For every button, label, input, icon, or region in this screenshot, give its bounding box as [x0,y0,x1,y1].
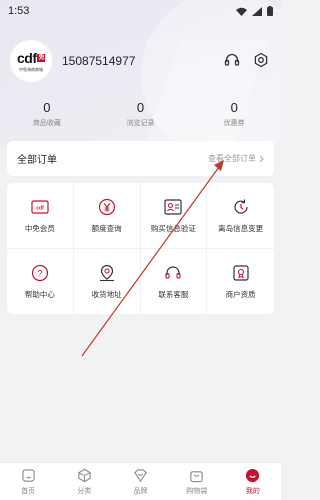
certificate-icon [231,263,251,283]
home-icon [21,468,35,482]
tab-bag[interactable]: 购物袋 [169,463,225,500]
service-label: 额度查询 [91,223,122,233]
services-grid: cdf 中免会员 额度查询 购买信息验证 离岛信息变更 ? 帮助中心 收货地址 [7,183,274,314]
status-icons [236,6,273,16]
stat-value: 0 [43,100,51,115]
stat-label: 优惠券 [223,120,245,127]
brand-icon [134,468,147,482]
category-icon [78,468,91,482]
id-verify-icon [163,197,183,217]
status-bar: 1:53 [0,0,281,22]
service-address[interactable]: 收货地址 [74,248,141,314]
bottom-tab-bar: 首页 分类 品牌 购物袋 我的 [0,462,281,500]
tab-home[interactable]: 首页 [0,463,56,500]
wifi-icon [236,7,247,16]
service-member[interactable]: cdf 中免会员 [7,183,74,249]
service-help[interactable]: ? 帮助中心 [7,248,74,314]
status-time: 1:53 [8,5,30,17]
cdf-logo: cdf 免 [17,50,45,66]
service-qualification[interactable]: 商户资质 [207,249,274,315]
service-label: 离岛信息变更 [218,223,264,233]
tab-label: 首页 [21,487,36,495]
service-contact[interactable]: 联系客服 [141,248,208,314]
customer-service-icon[interactable] [224,52,240,68]
service-label: 购买信息验证 [150,223,196,233]
service-label: 收货地址 [91,289,122,299]
stat-history[interactable]: 0 浏览记录 [94,100,188,128]
service-label: 帮助中心 [24,289,55,299]
settings-gear-icon[interactable] [253,52,269,68]
signal-icon [252,6,262,16]
member-card-icon: cdf [30,197,50,217]
tab-category[interactable]: 分类 [56,463,112,500]
tab-label: 品牌 [133,487,148,495]
bag-icon [190,470,203,482]
user-profile[interactable]: cdf 免 中免海南商城 15087514977 [10,40,135,82]
logo-subtitle: 中免海南商城 [19,66,43,72]
tab-mine[interactable]: 我的 [225,463,281,500]
service-quota[interactable]: 额度查询 [73,183,141,249]
tab-label: 购物袋 [186,487,208,495]
profile-icon [246,468,260,482]
headset-icon [163,263,183,283]
stat-label: 浏览记录 [126,120,155,127]
service-label: 商户资质 [225,289,256,299]
view-all-orders-label: 查看全部订单 [208,154,256,163]
logo-badge: 免 [37,53,45,62]
stat-value: 0 [136,100,145,115]
tab-label: 分类 [77,487,92,495]
chevron-right-icon [259,155,264,162]
service-label: 联系客服 [158,289,189,299]
tab-brand[interactable]: 品牌 [112,463,168,500]
avatar[interactable]: cdf 免 中免海南商城 [10,40,52,82]
svg-text:?: ? [37,268,42,278]
service-label: 中免会员 [24,223,55,233]
logo-text: cdf [16,49,37,66]
service-departure-change[interactable]: 离岛信息变更 [207,183,274,249]
service-verify[interactable]: 购买信息验证 [140,183,208,249]
stat-label: 商品收藏 [32,120,61,127]
battery-icon [267,6,273,16]
orders-title: 全部订单 [17,155,57,166]
stat-coupons[interactable]: 0 优惠券 [187,100,281,128]
svg-text:cdf: cdf [36,205,44,211]
stat-value: 0 [230,100,238,115]
user-phone: 15087514977 [62,54,136,68]
all-orders-row[interactable]: 全部订单 查看全部订单 [7,141,274,176]
quota-icon [97,197,117,217]
stat-favorites[interactable]: 0 商品收藏 [0,100,94,128]
refresh-icon [231,197,251,217]
header-actions [224,52,269,68]
stats-row: 0 商品收藏 0 浏览记录 0 优惠券 [0,100,281,128]
tab-label: 我的 [245,487,260,495]
view-all-orders-link[interactable]: 查看全部订单 [208,153,264,164]
help-icon: ? [30,263,50,283]
location-icon [97,263,117,283]
